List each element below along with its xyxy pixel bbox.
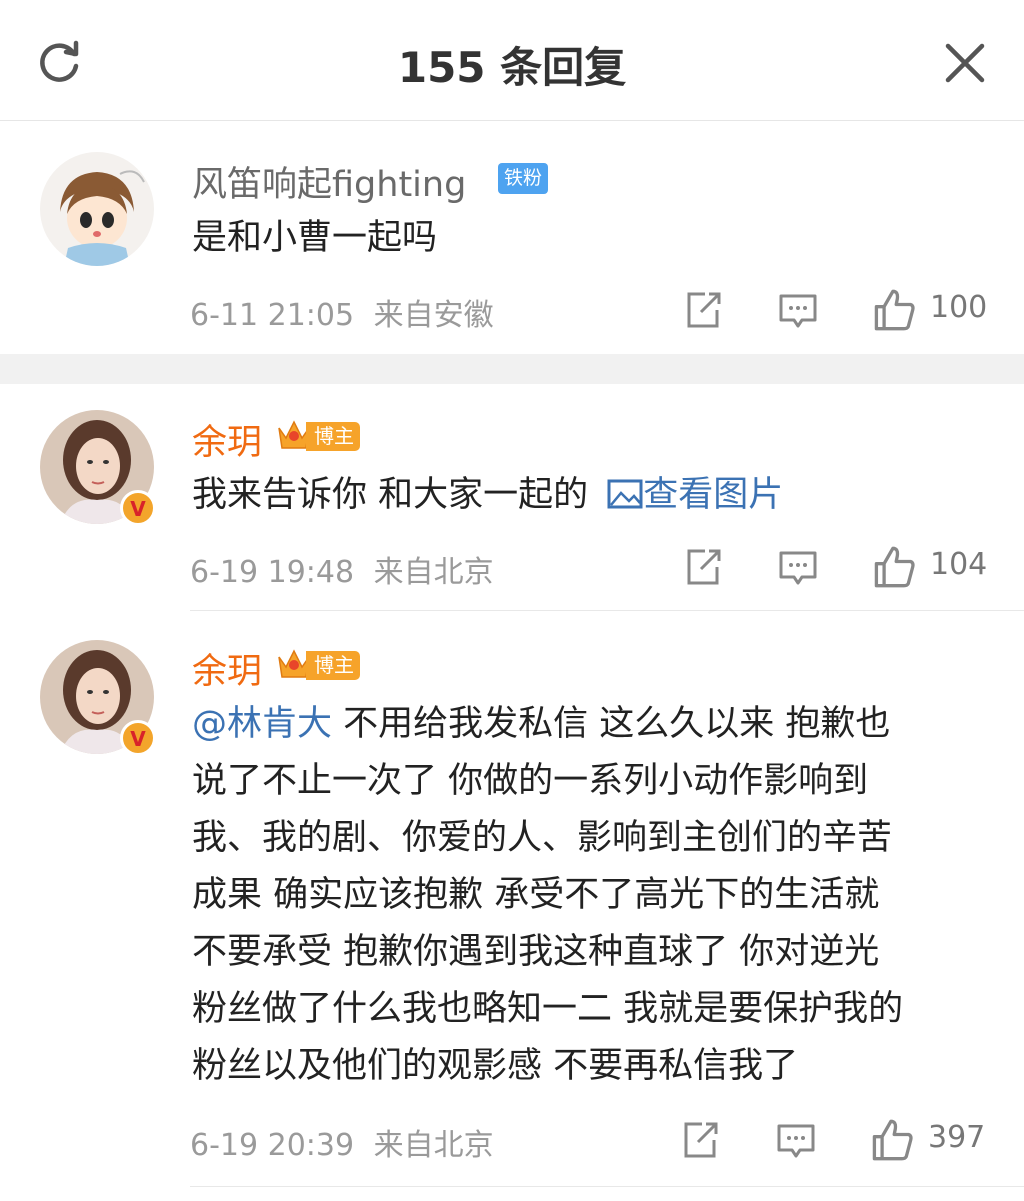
section-divider	[0, 354, 1024, 384]
like-icon[interactable]	[872, 288, 916, 332]
location: 来自安徽	[373, 298, 494, 333]
like-icon[interactable]	[870, 1118, 914, 1162]
comment-icon[interactable]	[776, 1120, 816, 1160]
username[interactable]: 风笛响起fighting	[192, 156, 466, 207]
fan-badge: 铁粉	[498, 163, 549, 194]
timestamp: 6-11 21:05	[190, 298, 355, 333]
username[interactable]: 余玥	[192, 643, 262, 694]
comment-icon[interactable]	[778, 290, 818, 330]
like-count: 397	[928, 1120, 986, 1155]
divider	[190, 610, 1024, 611]
verified-badge: V	[120, 490, 156, 526]
like-count: 100	[930, 290, 988, 325]
location: 来自北京	[373, 1128, 494, 1163]
share-icon[interactable]	[683, 547, 723, 587]
comment-meta: 6-19 19:48 来自北京	[190, 547, 494, 591]
share-icon[interactable]	[683, 290, 723, 330]
comment-meta: 6-19 20:39 来自北京	[190, 1120, 494, 1164]
comment-text: @林肯大 不用给我发私信 这么久以来 抱歉也 说了不止一次了 你做的一系列小动作…	[192, 704, 904, 1086]
page-title: 155 条回复	[397, 43, 627, 92]
comment-meta: 6-11 21:05 来自安徽	[190, 290, 494, 334]
mention-link[interactable]: @林肯大	[192, 704, 332, 744]
image-icon	[607, 479, 643, 509]
share-icon[interactable]	[680, 1120, 720, 1160]
close-icon[interactable]	[942, 40, 988, 86]
like-count: 104	[930, 547, 988, 582]
location: 来自北京	[373, 555, 494, 590]
divider	[190, 1186, 1024, 1187]
comment-text: 是和小曹一起吗	[192, 218, 438, 258]
comment-icon[interactable]	[778, 547, 818, 587]
header: 155 条回复	[0, 0, 1024, 121]
timestamp: 6-19 20:39	[190, 1128, 355, 1163]
timestamp: 6-19 19:48	[190, 555, 355, 590]
avatar[interactable]	[40, 152, 154, 266]
comment-text: 我来告诉你 和大家一起的 查看图片	[192, 475, 784, 515]
verified-badge: V	[120, 720, 156, 756]
username[interactable]: 余玥	[192, 414, 262, 465]
like-icon[interactable]	[872, 545, 916, 589]
view-image-link[interactable]: 查看图片	[643, 475, 783, 515]
